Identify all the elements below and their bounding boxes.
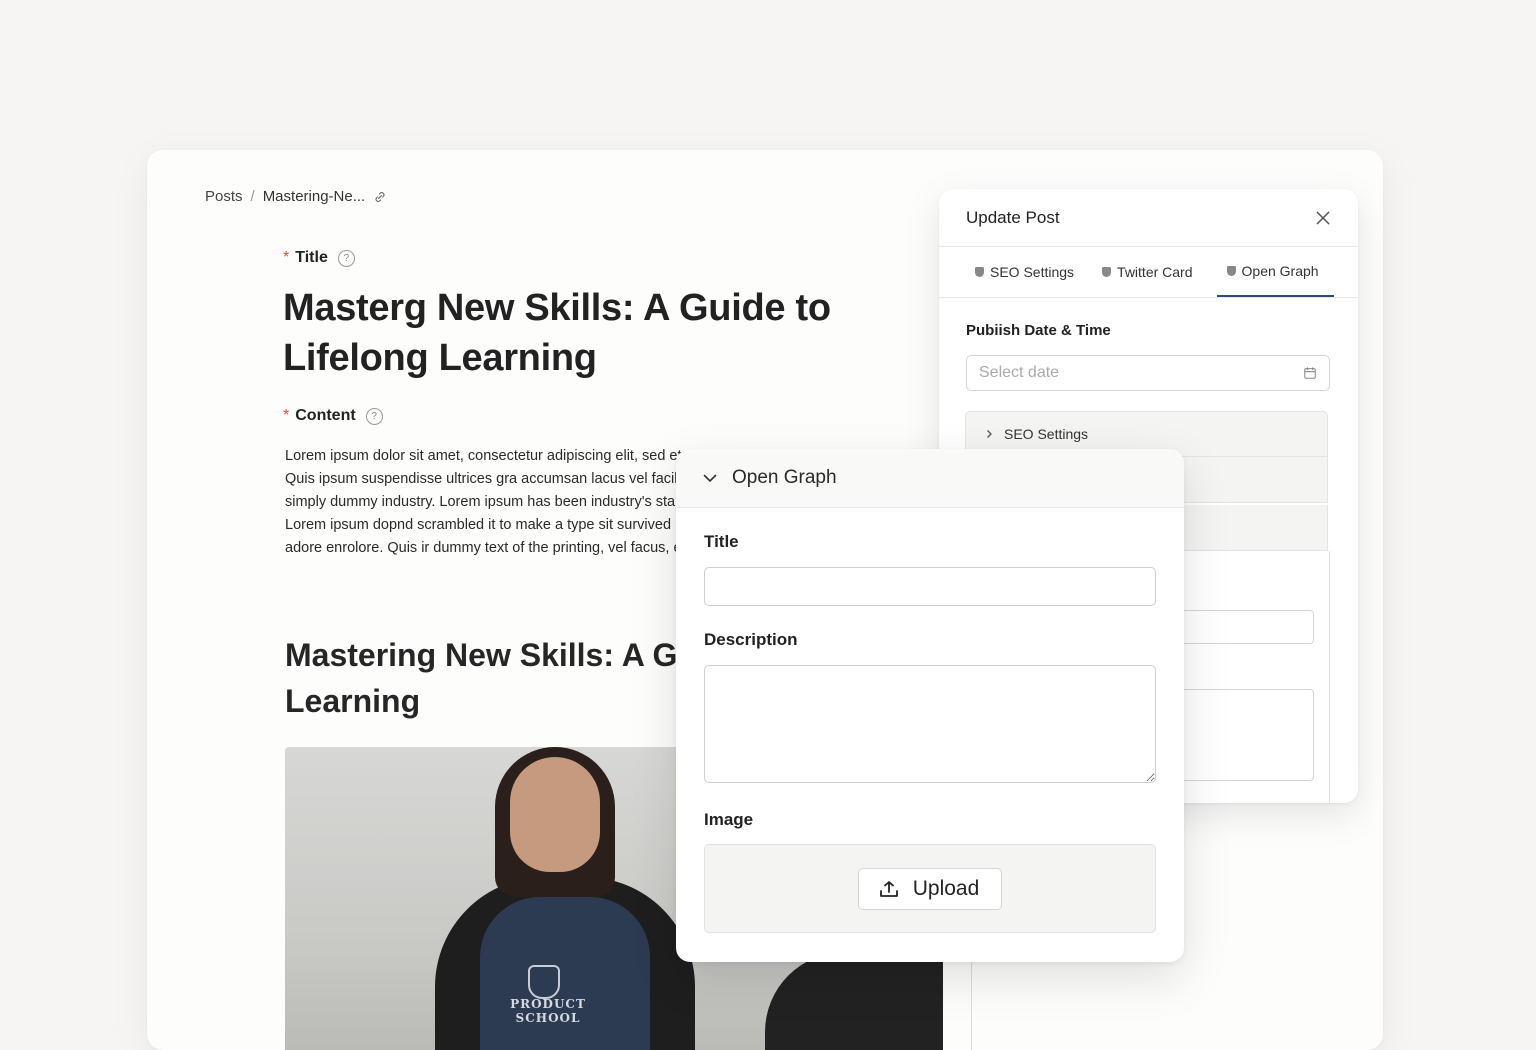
upload-label: Upload — [912, 876, 980, 900]
update-post-tabs: SEO Settings Twitter Card Open Graph — [939, 247, 1358, 298]
title-label-text: Title — [295, 249, 328, 266]
help-icon[interactable]: ? — [337, 249, 355, 267]
upload-button[interactable]: Upload — [857, 867, 1003, 910]
calendar-icon[interactable] — [1303, 366, 1317, 380]
tab-label: Open Graph — [1241, 263, 1319, 279]
publish-date-input[interactable]: Select date — [966, 355, 1330, 391]
publish-date-label: Pubiish Date & Time — [966, 322, 1111, 339]
close-icon[interactable] — [1314, 209, 1332, 227]
breadcrumb-current: Mastering-Ne... — [262, 188, 366, 205]
required-marker: * — [283, 407, 290, 424]
title-field-label: * Title ? — [283, 249, 355, 267]
panel-input-field[interactable] — [1169, 610, 1314, 644]
panel-textarea-field[interactable] — [1169, 689, 1314, 781]
tab-label: SEO Settings — [990, 264, 1075, 280]
tab-seo-settings[interactable]: SEO Settings — [975, 247, 1074, 297]
image-background-figure — [765, 952, 943, 1050]
collapse-label: SEO Settings — [1004, 426, 1089, 442]
link-icon[interactable] — [373, 190, 387, 204]
date-placeholder: Select date — [979, 364, 1060, 381]
shirt-text: PRODUCT SCHOOL — [510, 997, 586, 1025]
post-title-input[interactable]: Masterg New Skills: A Guide to Lifelong … — [283, 283, 903, 383]
open-graph-header[interactable]: Open Graph — [676, 449, 1184, 508]
open-graph-panel: Open Graph Title Description Image Uploa… — [676, 449, 1184, 962]
og-title-input[interactable] — [704, 567, 1156, 606]
og-description-input[interactable] — [704, 665, 1156, 783]
chevron-right-icon — [987, 430, 992, 438]
tag-icon — [1102, 267, 1112, 277]
open-graph-title: Open Graph — [732, 467, 837, 488]
tag-icon — [1226, 266, 1236, 276]
tag-icon — [975, 267, 984, 277]
tab-open-graph[interactable]: Open Graph — [1216, 247, 1334, 297]
breadcrumb-separator: / — [250, 188, 255, 205]
update-post-title: Update Post — [966, 207, 1060, 227]
required-marker: * — [283, 249, 290, 266]
shirt-logo-icon — [528, 965, 560, 999]
og-title-label: Title — [704, 532, 739, 551]
breadcrumb: Posts / Mastering-Ne... — [205, 188, 387, 205]
content-field-label: * Content ? — [283, 407, 383, 425]
breadcrumb-posts-link[interactable]: Posts — [205, 188, 243, 205]
image-figure-shirt — [480, 897, 650, 1050]
image-figure-face — [510, 757, 600, 872]
og-image-label: Image — [704, 810, 754, 829]
og-description-label: Description — [704, 630, 798, 649]
tab-twitter-card[interactable]: Twitter Card — [1102, 247, 1193, 297]
tab-label: Twitter Card — [1117, 264, 1193, 280]
chevron-down-icon — [703, 474, 717, 483]
upload-icon — [879, 880, 898, 897]
content-label-text: Content — [295, 407, 356, 424]
image-upload-zone[interactable]: Upload — [704, 844, 1156, 933]
update-post-header: Update Post — [939, 189, 1358, 247]
help-icon[interactable]: ? — [365, 407, 383, 425]
